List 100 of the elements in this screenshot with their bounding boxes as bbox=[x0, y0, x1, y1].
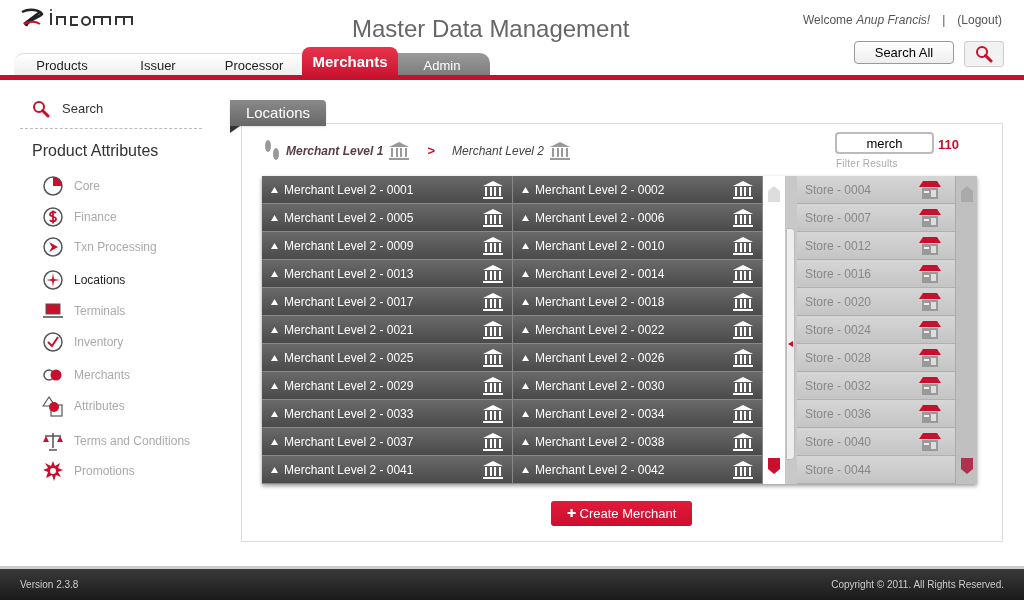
merchant-item[interactable]: Merchant Level 2 - 0014 bbox=[513, 260, 763, 288]
triangle-icon bbox=[522, 438, 529, 445]
welcome-text: Welcome Anup Francis! bbox=[803, 12, 931, 29]
bank-icon bbox=[732, 263, 754, 284]
merchant-item[interactable]: Merchant Level 2 - 0025 bbox=[262, 344, 513, 372]
bank-icon bbox=[482, 207, 504, 228]
merchant-item[interactable]: Merchant Level 2 - 0005 bbox=[262, 204, 513, 232]
bank-icon bbox=[732, 291, 754, 312]
create-merchant-button[interactable]: ✚ Create Merchant bbox=[551, 501, 692, 526]
bank-icon bbox=[732, 179, 754, 200]
section-heading: Product Attributes bbox=[31, 141, 160, 161]
store-icon bbox=[919, 208, 941, 227]
triangle-icon bbox=[522, 354, 529, 361]
merchant-item[interactable]: Merchant Level 2 - 0013 bbox=[262, 260, 513, 288]
triangle-icon bbox=[271, 326, 278, 333]
merchant-item[interactable]: Merchant Level 2 - 0021 bbox=[262, 316, 513, 344]
merchant-item[interactable]: Merchant Level 2 - 0041 bbox=[262, 456, 513, 484]
merchant-item[interactable]: Merchant Level 2 - 0010 bbox=[513, 232, 763, 260]
merchant-item[interactable]: Merchant Level 2 - 0030 bbox=[513, 372, 763, 400]
sidebar-item[interactable]: Locations bbox=[74, 271, 126, 289]
breadcrumb-separator: > bbox=[427, 142, 435, 161]
merchant-item[interactable]: Merchant Level 2 - 0009 bbox=[262, 232, 513, 260]
store-icon bbox=[919, 376, 941, 395]
separator-text: | bbox=[942, 12, 946, 29]
triangle-icon bbox=[271, 214, 278, 221]
merchant-item[interactable]: Merchant Level 2 - 0033 bbox=[262, 400, 513, 428]
copyright-text: Copyright © 2011. All Rights Reserved. bbox=[831, 578, 1004, 592]
bank-icon bbox=[482, 291, 504, 312]
caret-icon bbox=[788, 341, 793, 347]
tab-fold-icon bbox=[230, 126, 240, 133]
scrollbar[interactable] bbox=[955, 176, 977, 484]
search-icon bbox=[975, 45, 993, 63]
search-all-button[interactable]: Search All bbox=[854, 41, 954, 64]
bank-icon bbox=[482, 235, 504, 256]
bank-icon bbox=[482, 263, 504, 284]
merchant-item[interactable]: Merchant Level 2 - 0002 bbox=[513, 176, 763, 204]
bank-icon bbox=[732, 347, 754, 368]
version-text: Version 2.3.8 bbox=[20, 578, 79, 592]
store-icon bbox=[919, 432, 941, 451]
bank-icon bbox=[549, 141, 572, 161]
bank-icon bbox=[732, 431, 754, 452]
merchant-item[interactable]: Merchant Level 2 - 0006 bbox=[513, 204, 763, 232]
triangle-icon bbox=[522, 242, 529, 249]
filter-field[interactable]: merch bbox=[835, 132, 934, 154]
merchant-item[interactable]: Merchant Level 2 - 0022 bbox=[513, 316, 763, 344]
breadcrumb-link[interactable]: Merchant Level 2 bbox=[451, 142, 545, 160]
scroll-up-icon bbox=[768, 186, 780, 202]
bank-icon bbox=[732, 207, 754, 228]
bank-icon bbox=[732, 319, 754, 340]
triangle-icon bbox=[522, 410, 529, 417]
triangle-icon bbox=[522, 382, 529, 389]
triangle-icon bbox=[522, 270, 529, 277]
bank-icon bbox=[482, 347, 504, 368]
merchant-item[interactable]: Merchant Level 2 - 0026 bbox=[513, 344, 763, 372]
merchant-item[interactable]: Merchant Level 2 - 0037 bbox=[262, 428, 513, 456]
filter-label: Filter Results bbox=[836, 157, 898, 171]
triangle-icon bbox=[271, 410, 278, 417]
shapes-icon bbox=[42, 395, 64, 417]
result-count: 110 bbox=[938, 136, 959, 154]
bank-icon bbox=[388, 141, 411, 161]
search-link[interactable]: Search bbox=[62, 98, 104, 119]
plus-icon: ✚ bbox=[566, 505, 576, 522]
bank-icon bbox=[482, 179, 504, 200]
bank-icon bbox=[482, 459, 504, 480]
bank-icon bbox=[732, 235, 754, 256]
arrow-circle-icon bbox=[42, 236, 64, 258]
merchant-item[interactable]: Merchant Level 2 - 0017 bbox=[262, 288, 513, 316]
scales-icon bbox=[42, 430, 64, 452]
store-icon bbox=[919, 236, 941, 255]
store-icon bbox=[919, 264, 941, 283]
bank-icon bbox=[732, 403, 754, 424]
triangle-icon bbox=[522, 466, 529, 473]
search-icon bbox=[32, 99, 50, 118]
store-icon bbox=[919, 292, 941, 311]
merchant-item[interactable]: Merchant Level 2 - 0001 bbox=[262, 176, 513, 204]
bank-icon bbox=[732, 459, 754, 480]
slide-handle[interactable] bbox=[786, 228, 795, 460]
nav-tab[interactable]: Merchants bbox=[302, 47, 398, 78]
merchant-item[interactable]: Merchant Level 2 - 0029 bbox=[262, 372, 513, 400]
triangle-icon bbox=[271, 270, 278, 277]
triangle-icon bbox=[271, 438, 278, 445]
breadcrumb-link[interactable]: Merchant Level 1 bbox=[286, 142, 384, 160]
search-button[interactable] bbox=[964, 41, 1004, 67]
merchant-item[interactable]: Merchant Level 2 - 0034 bbox=[513, 400, 763, 428]
checkmark-icon bbox=[42, 331, 64, 353]
logout-link[interactable]: (Logout) bbox=[957, 11, 1002, 29]
triangle-icon bbox=[271, 354, 278, 361]
merchant-item[interactable]: Merchant Level 2 - 0018 bbox=[513, 288, 763, 316]
bank-icon bbox=[482, 403, 504, 424]
scroll-down-icon bbox=[960, 458, 973, 474]
scrollbar[interactable] bbox=[763, 176, 785, 484]
pie-chart-icon bbox=[42, 175, 64, 197]
dollar-icon bbox=[42, 206, 64, 228]
triangle-icon bbox=[271, 382, 278, 389]
merchant-item[interactable]: Merchant Level 2 - 0042 bbox=[513, 456, 763, 484]
triangle-icon bbox=[522, 186, 529, 193]
compass-icon bbox=[42, 269, 64, 291]
merchant-item[interactable]: Merchant Level 2 - 0038 bbox=[513, 428, 763, 456]
triangle-icon bbox=[522, 326, 529, 333]
bank-icon bbox=[732, 375, 754, 396]
